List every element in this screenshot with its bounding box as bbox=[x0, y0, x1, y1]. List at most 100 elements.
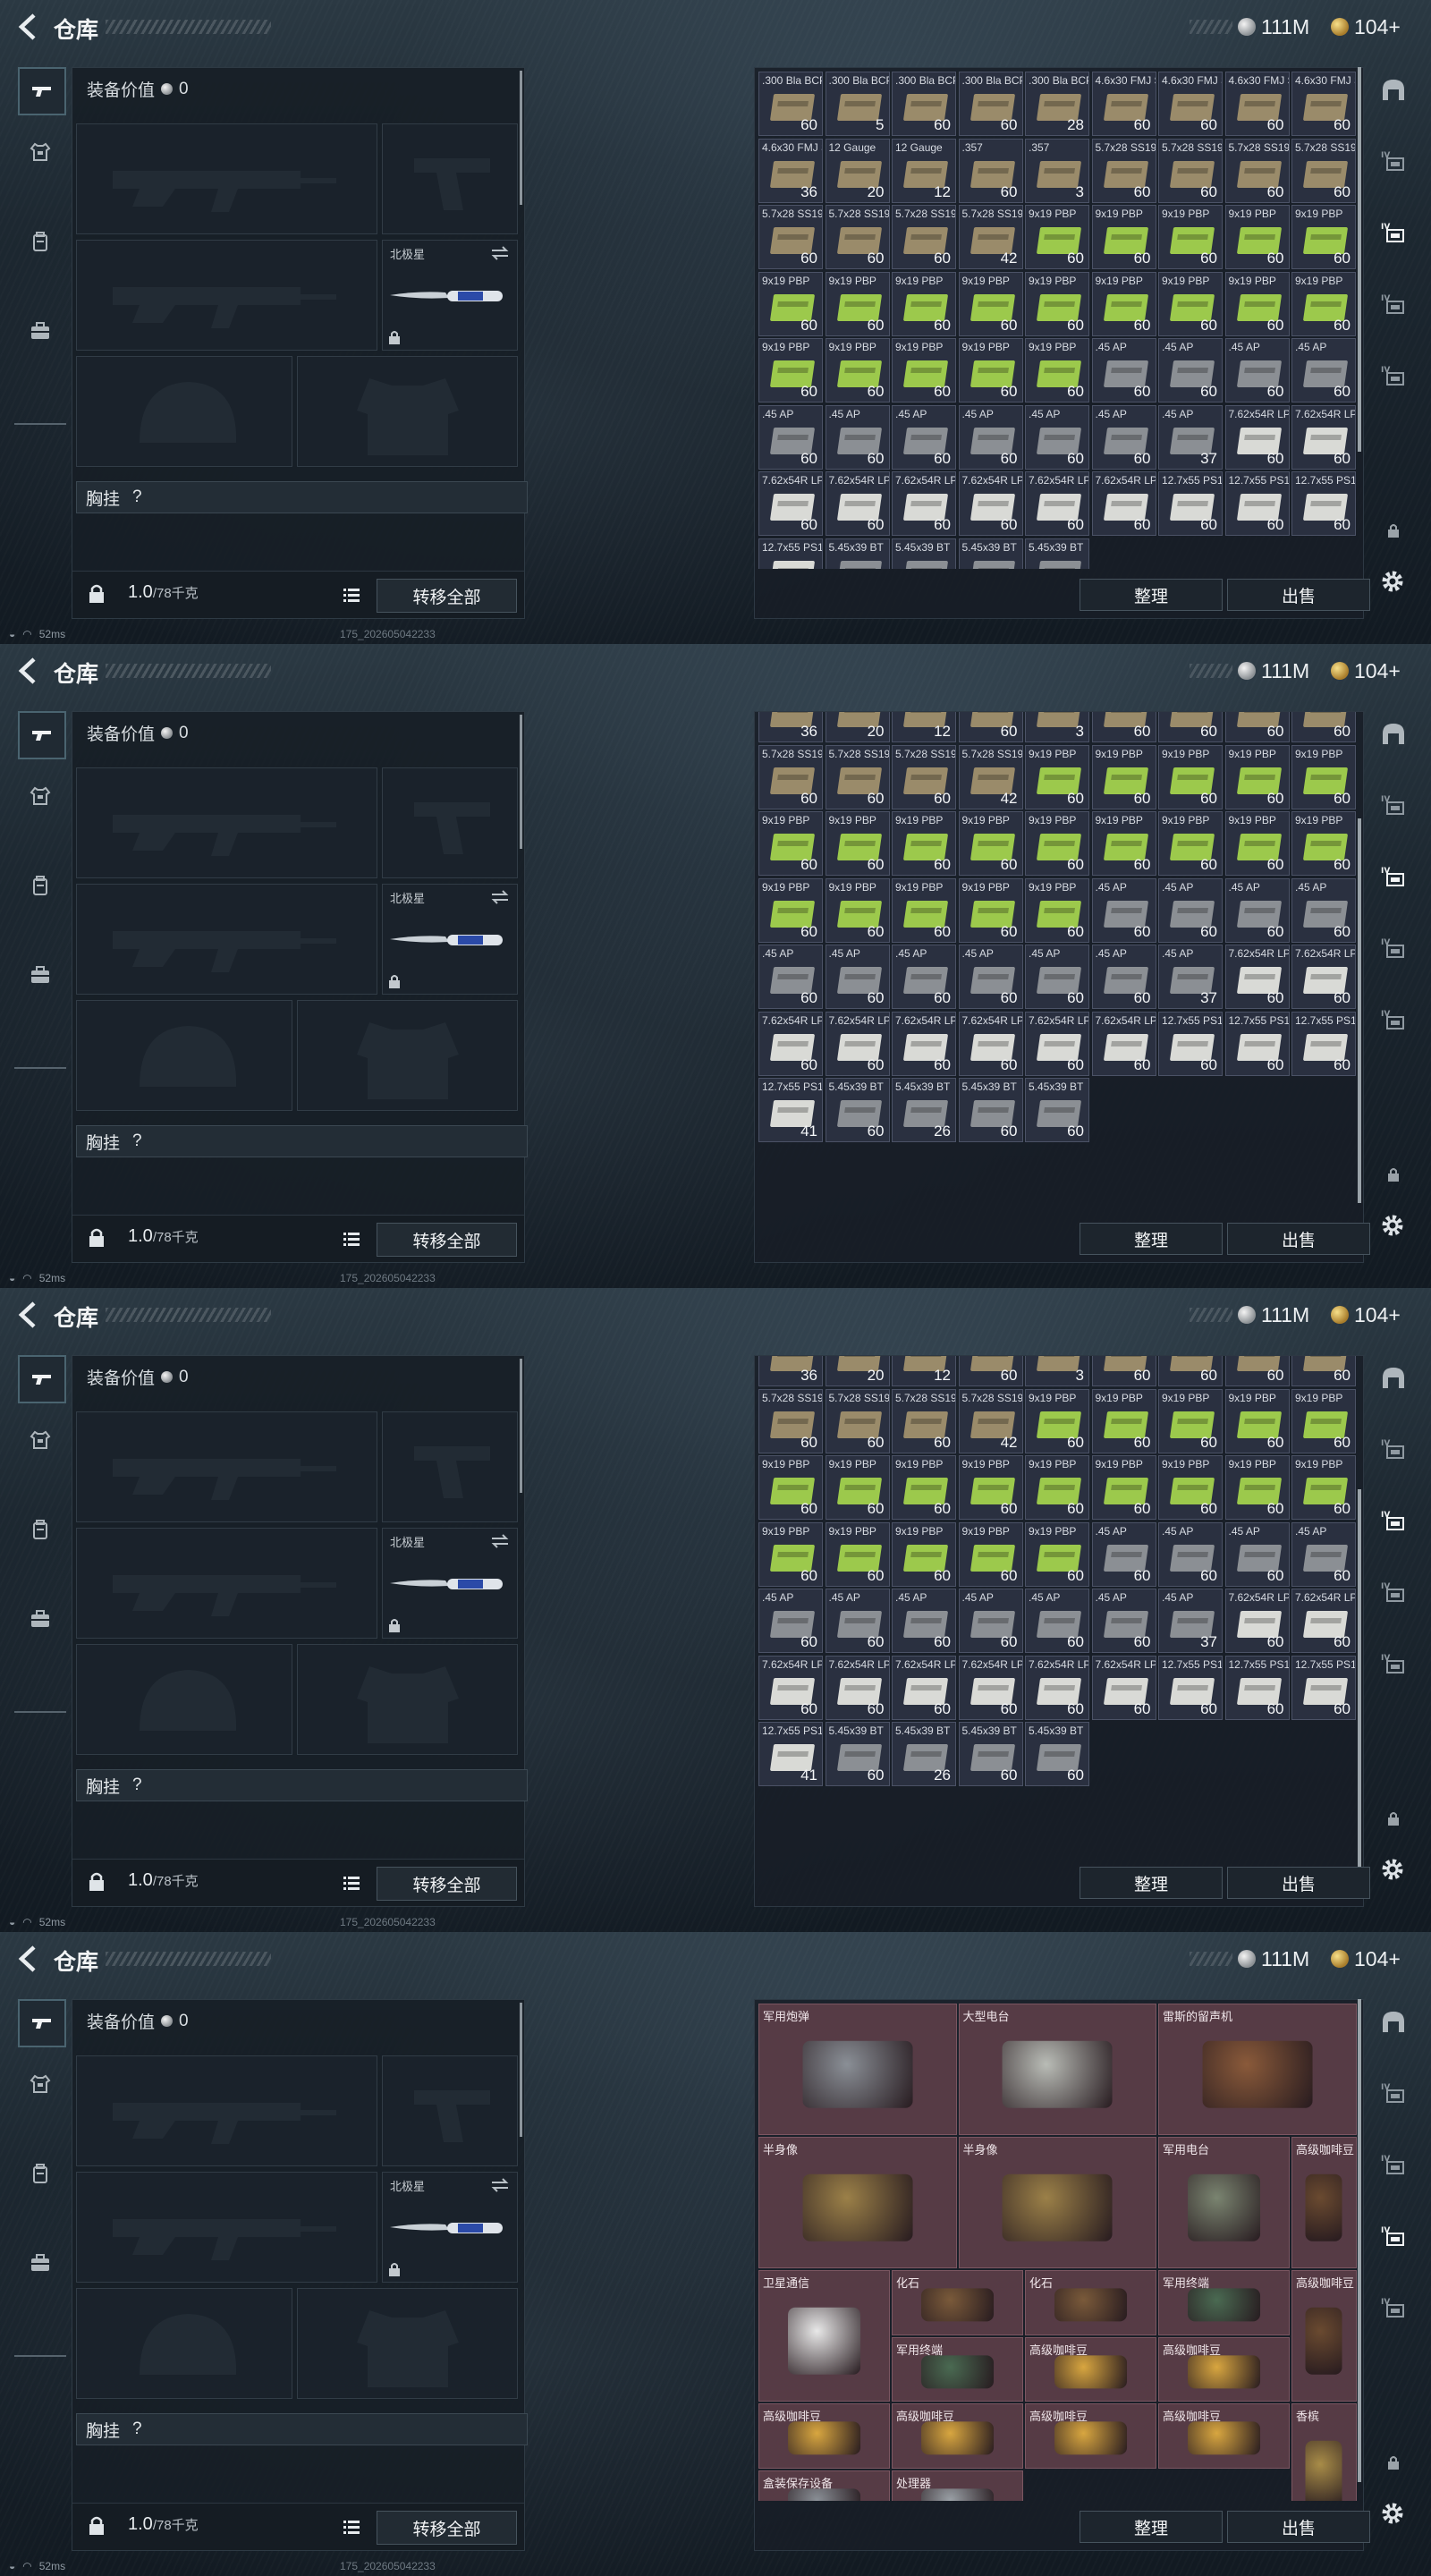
stash-item[interactable]: 7.62x54R LPS 60 bbox=[1291, 1589, 1356, 1653]
stash-item[interactable]: 9x19 PBP 60 bbox=[1291, 205, 1356, 269]
stash-item[interactable]: .45 AP 60 bbox=[825, 945, 890, 1009]
stash-item[interactable]: 5.7x28 SS19060 bbox=[758, 205, 823, 269]
stash-item[interactable]: .45 AP 37 bbox=[1158, 1589, 1223, 1653]
stash-valuable-item[interactable]: 半身像 bbox=[958, 2137, 1156, 2268]
stash-item[interactable]: 9x19 PBP 60 bbox=[892, 1521, 956, 1587]
lock-icon[interactable] bbox=[89, 584, 105, 604]
tab-stash-page-5[interactable] bbox=[1376, 1726, 1411, 1762]
stash-item[interactable]: 5.45x39 BT 60 bbox=[825, 1078, 890, 1142]
secondary-weapon-slot[interactable] bbox=[76, 1528, 377, 1639]
stash-item[interactable]: 7.62x54R LPS 60 bbox=[892, 1655, 956, 1720]
stash-item[interactable]: 9x19 PBP 60 bbox=[1291, 1388, 1356, 1453]
stash-item[interactable]: 12 Gauge12 bbox=[892, 1356, 956, 1386]
stash-item[interactable]: .45 AP 60 bbox=[958, 1589, 1023, 1653]
stash-item[interactable]: .45 AP 60 bbox=[758, 945, 823, 1009]
stash-item[interactable]: .45 AP 37 bbox=[1158, 945, 1223, 1009]
equipment-scrollbar[interactable] bbox=[520, 1359, 522, 1493]
stash-item[interactable]: 9x19 PBP 60 bbox=[1025, 811, 1089, 876]
stash-item[interactable]: 12.7x55 PS12A 60 bbox=[1158, 471, 1223, 536]
stash-item[interactable]: 9x19 PBP 60 bbox=[1158, 1388, 1223, 1453]
stash-item[interactable]: 7.62x54R LPS 60 bbox=[1291, 945, 1356, 1009]
tab-stash-page-4[interactable]: IV bbox=[1376, 2290, 1411, 2326]
stash-item[interactable]: 5.45x39 BT 60 bbox=[1025, 1722, 1089, 1786]
stash-item[interactable]: 9x19 PBP 60 bbox=[825, 1455, 890, 1520]
stash-item[interactable]: 5.7x28 SS19060 bbox=[1224, 712, 1290, 742]
helmet-slot[interactable] bbox=[76, 1644, 292, 1755]
stash-item[interactable]: .35760 bbox=[958, 712, 1023, 742]
stash-item[interactable]: 5.7x28 SS19060 bbox=[892, 744, 956, 809]
stash-item[interactable]: 5.7x28 SS19060 bbox=[758, 744, 823, 809]
stash-item[interactable]: 12 Gauge20 bbox=[825, 1356, 890, 1386]
stash-item[interactable]: 7.62x54R LPS 60 bbox=[1224, 404, 1290, 470]
back-button[interactable] bbox=[14, 12, 41, 42]
body-armor-slot[interactable] bbox=[297, 356, 518, 467]
stash-item[interactable]: 7.62x54R LPS 60 bbox=[758, 471, 823, 536]
stash-item[interactable]: 9x19 PBP 60 bbox=[958, 1521, 1023, 1587]
stash-item[interactable]: 5.7x28 SS19060 bbox=[825, 744, 890, 809]
stash-item[interactable]: .45 AP 60 bbox=[1224, 338, 1290, 402]
chest-rig-help-icon[interactable]: ? bbox=[132, 487, 142, 507]
stash-item[interactable]: 7.62x54R LPS 60 bbox=[1025, 1011, 1089, 1076]
tab-backpack[interactable] bbox=[18, 863, 63, 908]
stash-item[interactable]: 5.7x28 SS19060 bbox=[1158, 1356, 1223, 1386]
stash-item[interactable]: 7.62x54R LPS 60 bbox=[1224, 1589, 1290, 1653]
stash-item[interactable]: 9x19 PBP 60 bbox=[1091, 744, 1156, 809]
stash-valuable-item[interactable]: 高级咖啡豆 bbox=[1158, 2403, 1290, 2469]
tab-armor[interactable] bbox=[18, 130, 63, 174]
primary-weapon-slot[interactable] bbox=[76, 1411, 377, 1522]
lock-icon[interactable] bbox=[89, 1228, 105, 1248]
stash-item[interactable]: 5.7x28 SS190 42 bbox=[958, 744, 1023, 809]
stash-item[interactable]: 9x19 PBP 60 bbox=[1291, 811, 1356, 876]
stash-item[interactable]: .35760 bbox=[958, 1356, 1023, 1386]
stash-valuable-item[interactable]: 高级咖啡豆 bbox=[1025, 2403, 1156, 2469]
tab-stash-page-2[interactable]: IV bbox=[1376, 215, 1411, 250]
stash-item[interactable]: .45 AP 60 bbox=[1091, 945, 1156, 1009]
tab-stash-page-4[interactable]: IV bbox=[1376, 358, 1411, 394]
stash-item[interactable]: 4.6x30 FMJ SX36 bbox=[758, 138, 823, 203]
tab-case[interactable] bbox=[18, 2241, 63, 2285]
sell-button[interactable]: 出售 bbox=[1227, 1223, 1370, 1255]
tab-stash-page-5[interactable] bbox=[1376, 438, 1411, 474]
gold-currency[interactable]: 104+ bbox=[1331, 658, 1401, 683]
stash-item[interactable]: 9x19 PBP 60 bbox=[1025, 1521, 1089, 1587]
stash-item[interactable]: 4.6x30 FMJ SX36 bbox=[758, 1356, 823, 1386]
chest-rig-help-icon[interactable]: ? bbox=[132, 2419, 142, 2439]
stash-item[interactable]: 12 Gauge12 bbox=[892, 712, 956, 742]
stash-item[interactable]: 4.6x30 FMJ SX 60 bbox=[1158, 72, 1223, 136]
gear-icon[interactable] bbox=[1377, 1854, 1408, 1885]
stash-valuable-item[interactable]: 高级咖啡豆 bbox=[1158, 2336, 1290, 2402]
tab-equipment-icon[interactable] bbox=[1376, 1360, 1411, 1395]
transfer-all-button[interactable]: 转移全部 bbox=[377, 579, 517, 613]
stash-item[interactable]: .45 AP 60 bbox=[1025, 1589, 1089, 1653]
stash-item[interactable]: 7.62x54R LPS 60 bbox=[1224, 945, 1290, 1009]
back-button[interactable] bbox=[14, 1944, 41, 1974]
equipment-scrollbar[interactable] bbox=[520, 71, 522, 205]
stash-item[interactable]: 9x19 PBP 60 bbox=[1091, 1388, 1156, 1453]
tab-stash-page-4[interactable]: IV bbox=[1376, 1646, 1411, 1682]
transfer-all-button[interactable]: 转移全部 bbox=[377, 2511, 517, 2545]
tab-armor[interactable] bbox=[18, 1418, 63, 1462]
stash-item[interactable]: 9x19 PBP 60 bbox=[758, 338, 823, 402]
stash-item[interactable]: .45 AP 60 bbox=[1025, 945, 1089, 1009]
stash-item[interactable]: 9x19 PBP 60 bbox=[1025, 744, 1089, 809]
stash-item[interactable]: 9x19 PBP 60 bbox=[1224, 205, 1290, 269]
stash-item[interactable]: .45 AP 60 bbox=[1091, 338, 1156, 402]
stash-item[interactable]: 5.7x28 SS19060 bbox=[825, 205, 890, 269]
stash-item[interactable]: 5.7x28 SS19060 bbox=[1158, 712, 1223, 742]
organize-button[interactable]: 整理 bbox=[1080, 1223, 1223, 1255]
stash-item[interactable]: 9x19 PBP 60 bbox=[892, 811, 956, 876]
gear-icon[interactable] bbox=[1377, 2498, 1408, 2529]
stash-item[interactable]: 7.62x54R LPS 60 bbox=[1025, 1655, 1089, 1720]
sell-button[interactable]: 出售 bbox=[1227, 2511, 1370, 2543]
stash-item[interactable]: .35760 bbox=[958, 138, 1023, 203]
silver-currency[interactable]: 111M bbox=[1238, 658, 1309, 683]
stash-item[interactable]: 5.7x28 SS19060 bbox=[1091, 712, 1156, 742]
stash-item[interactable]: .45 AP 60 bbox=[758, 404, 823, 470]
gold-currency[interactable]: 104+ bbox=[1331, 1302, 1401, 1327]
sell-button[interactable]: 出售 bbox=[1227, 1867, 1370, 1899]
primary-weapon-slot[interactable] bbox=[76, 2055, 377, 2166]
stash-item[interactable]: .300 Bla BCP FMJ 60 bbox=[958, 72, 1023, 136]
silver-currency[interactable]: 111M bbox=[1238, 1302, 1309, 1327]
stash-item[interactable]: 5.45x39 BT 60 bbox=[1025, 1078, 1089, 1142]
tab-stash-page-4[interactable]: IV bbox=[1376, 1002, 1411, 1038]
